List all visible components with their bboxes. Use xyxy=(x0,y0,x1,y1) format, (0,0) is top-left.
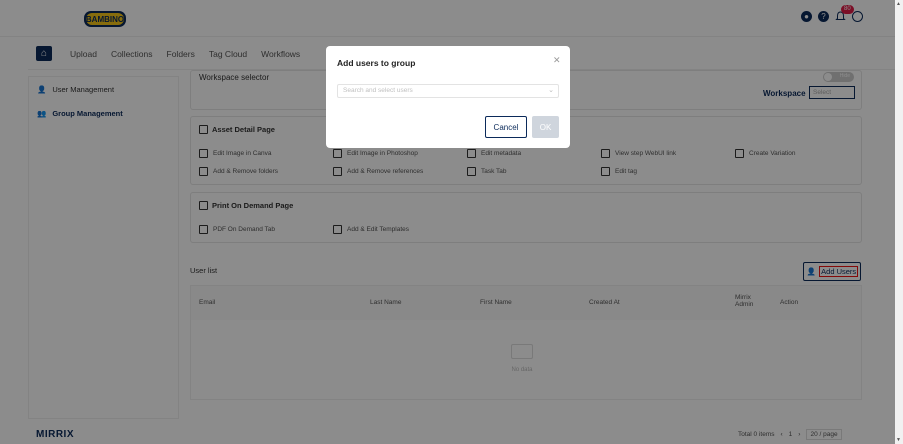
cancel-button[interactable]: Cancel xyxy=(485,116,527,138)
user-search-select[interactable]: Search and select users ⌄ xyxy=(337,84,559,98)
modal-title: Add users to group xyxy=(337,58,416,68)
ok-button[interactable]: OK xyxy=(532,116,559,138)
scrollbar[interactable]: ▲ ▼ xyxy=(895,0,903,444)
chevron-down-icon: ⌄ xyxy=(548,87,554,94)
scroll-up-icon[interactable]: ▲ xyxy=(896,1,901,7)
close-icon[interactable]: ✕ xyxy=(553,55,561,66)
add-users-modal: Add users to group ✕ Search and select u… xyxy=(326,46,570,148)
select-placeholder: Search and select users xyxy=(343,87,413,94)
scroll-down-icon[interactable]: ▼ xyxy=(896,437,901,443)
